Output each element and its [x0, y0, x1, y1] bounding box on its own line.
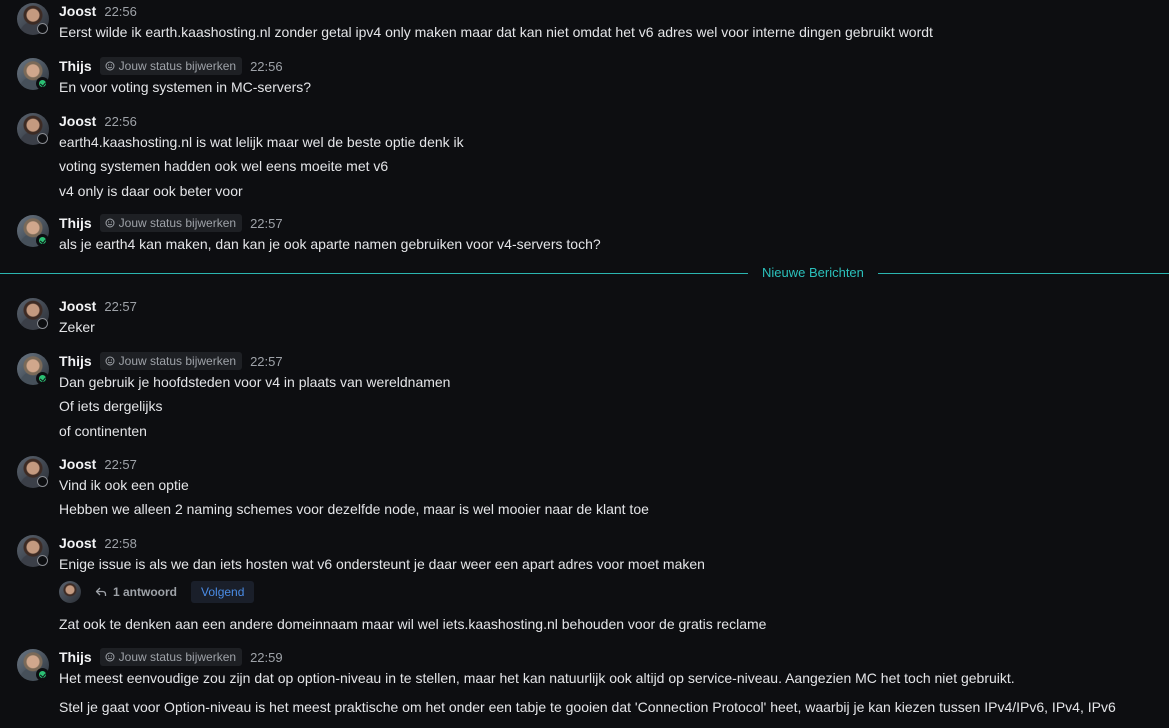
- offline-status-icon: [37, 318, 48, 329]
- message-author[interactable]: Thijs: [59, 353, 92, 369]
- status-update-button[interactable]: Jouw status bijwerken: [99, 214, 243, 232]
- message-timestamp[interactable]: 22:57: [250, 216, 283, 231]
- message-author[interactable]: Joost: [59, 298, 96, 314]
- message-text: Vind ik ook een optie: [59, 477, 189, 493]
- offline-status-icon: [37, 555, 48, 566]
- message-text: Zeker: [59, 319, 95, 335]
- smile-icon: [105, 356, 115, 366]
- message-text: Enige issue is als we dan iets hosten wa…: [59, 556, 705, 572]
- message-text: voting systemen hadden ook wel eens moei…: [59, 158, 389, 174]
- message-text: als je earth4 kan maken, dan kan je ook …: [59, 236, 601, 252]
- status-update-label: Jouw status bijwerken: [118, 59, 237, 73]
- message-text: Dan gebruik je hoofdsteden voor v4 in pl…: [59, 374, 451, 390]
- message-timestamp[interactable]: 22:56: [104, 114, 137, 129]
- message-timestamp[interactable]: 22:59: [250, 650, 283, 665]
- message-text: earth4.kaashosting.nl is wat lelijk maar…: [59, 134, 464, 150]
- message-timestamp[interactable]: 22:56: [104, 4, 137, 19]
- message-author[interactable]: Joost: [59, 456, 96, 472]
- message-text: Eerst wilde ik earth.kaashosting.nl zond…: [59, 24, 933, 40]
- reply-icon: [95, 587, 107, 596]
- status-update-label: Jouw status bijwerken: [118, 216, 237, 230]
- message-timestamp[interactable]: 22:57: [250, 354, 283, 369]
- message-timestamp[interactable]: 22:56: [250, 59, 283, 74]
- thread-participant-avatar: [59, 581, 81, 603]
- status-update-button[interactable]: Jouw status bijwerken: [99, 352, 243, 370]
- online-status-icon: [37, 373, 48, 384]
- message-author[interactable]: Thijs: [59, 649, 92, 665]
- message-author[interactable]: Thijs: [59, 215, 92, 231]
- new-messages-divider: [0, 273, 1169, 274]
- message-timestamp[interactable]: 22:57: [104, 299, 137, 314]
- message-author[interactable]: Thijs: [59, 58, 92, 74]
- online-status-icon: [37, 669, 48, 680]
- message-text: Zat ook te denken aan een andere domeinn…: [59, 616, 767, 632]
- smile-icon: [105, 218, 115, 228]
- message-author[interactable]: Joost: [59, 3, 96, 19]
- status-update-label: Jouw status bijwerken: [118, 650, 237, 664]
- message-author[interactable]: Joost: [59, 113, 96, 129]
- offline-status-icon: [37, 23, 48, 34]
- thread-summary[interactable]: 1 antwoord Volgend: [59, 581, 255, 603]
- message-text: Of iets dergelijks: [59, 398, 163, 414]
- thread-reply-count[interactable]: 1 antwoord: [113, 585, 177, 599]
- smile-icon: [105, 61, 115, 71]
- message-list: Joost 22:56 Eerst wilde ik earth.kaashos…: [0, 0, 1169, 728]
- message-timestamp[interactable]: 22:58: [104, 536, 137, 551]
- status-update-button[interactable]: Jouw status bijwerken: [99, 648, 243, 666]
- offline-status-icon: [37, 133, 48, 144]
- message-text: Stel je gaat voor Option-niveau is het m…: [59, 699, 1116, 715]
- online-status-icon: [37, 235, 48, 246]
- smile-icon: [105, 652, 115, 662]
- status-update-button[interactable]: Jouw status bijwerken: [99, 57, 243, 75]
- message-text: v4 only is daar ook beter voor: [59, 183, 243, 199]
- offline-status-icon: [37, 476, 48, 487]
- follow-thread-button[interactable]: Volgend: [191, 581, 255, 603]
- new-messages-label: Nieuwe Berichten: [748, 264, 878, 282]
- message-text: Het meest eenvoudige zou zijn dat op opt…: [59, 670, 1015, 686]
- message-text: En voor voting systemen in MC-servers?: [59, 79, 312, 95]
- message-text: Hebben we alleen 2 naming schemes voor d…: [59, 501, 649, 517]
- status-update-label: Jouw status bijwerken: [118, 354, 237, 368]
- online-status-icon: [37, 78, 48, 89]
- message-author[interactable]: Joost: [59, 535, 96, 551]
- message-text: of continenten: [59, 423, 147, 439]
- message-timestamp[interactable]: 22:57: [104, 457, 137, 472]
